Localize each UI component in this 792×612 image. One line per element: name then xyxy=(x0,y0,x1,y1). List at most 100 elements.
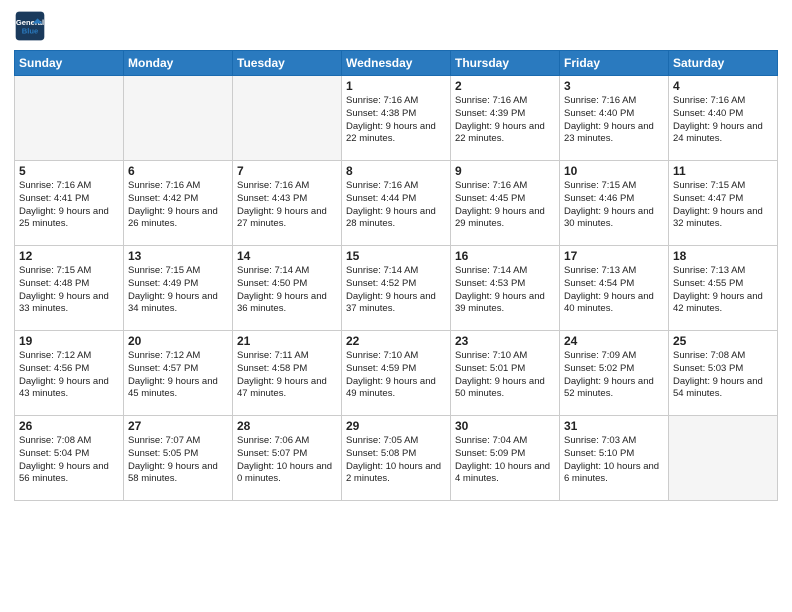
day-number: 17 xyxy=(564,249,664,263)
day-info: Sunrise: 7:12 AM Sunset: 4:57 PM Dayligh… xyxy=(128,350,228,401)
day-info: Sunrise: 7:16 AM Sunset: 4:42 PM Dayligh… xyxy=(128,180,228,231)
day-info: Sunrise: 7:15 AM Sunset: 4:46 PM Dayligh… xyxy=(564,180,664,231)
calendar-cell: 8 Sunrise: 7:16 AM Sunset: 4:44 PM Daylig… xyxy=(342,161,451,246)
calendar-cell: 3Sunrise: 7:16 AM Sunset: 4:40 PM Daylig… xyxy=(560,76,669,161)
logo: General Blue xyxy=(14,10,50,42)
day-number: 25 xyxy=(673,334,773,348)
day-number: 2 xyxy=(455,79,555,93)
day-info: Sunrise: 7:11 AM Sunset: 4:58 PM Dayligh… xyxy=(237,350,337,401)
day-number: 21 xyxy=(237,334,337,348)
calendar-cell: 22 Sunrise: 7:10 AM Sunset: 4:59 PM Dayli… xyxy=(342,331,451,416)
calendar-cell: 19 Sunrise: 7:12 AM Sunset: 4:56 PM Dayli… xyxy=(15,331,124,416)
calendar-header-row: SundayMondayTuesdayWednesdayThursdayFrid… xyxy=(15,51,778,76)
calendar-cell xyxy=(669,416,778,501)
calendar-cell: 25 Sunrise: 7:08 AM Sunset: 5:03 PM Dayli… xyxy=(669,331,778,416)
day-info: Sunrise: 7:07 AM Sunset: 5:05 PM Dayligh… xyxy=(128,435,228,486)
day-number: 14 xyxy=(237,249,337,263)
calendar-cell: 10 Sunrise: 7:15 AM Sunset: 4:46 PM Dayli… xyxy=(560,161,669,246)
calendar-header-wednesday: Wednesday xyxy=(342,51,451,76)
day-info: Sunrise: 7:16 AM Sunset: 4:38 PM Dayligh… xyxy=(346,95,446,146)
day-number: 9 xyxy=(455,164,555,178)
calendar-cell: 15 Sunrise: 7:14 AM Sunset: 4:52 PM Dayli… xyxy=(342,246,451,331)
day-number: 26 xyxy=(19,419,119,433)
day-number: 27 xyxy=(128,419,228,433)
calendar-cell: 6Sunrise: 7:16 AM Sunset: 4:42 PM Daylig… xyxy=(124,161,233,246)
day-info: Sunrise: 7:08 AM Sunset: 5:03 PM Dayligh… xyxy=(673,350,773,401)
day-info: Sunrise: 7:16 AM Sunset: 4:40 PM Dayligh… xyxy=(564,95,664,146)
day-info: Sunrise: 7:16 AM Sunset: 4:43 PM Dayligh… xyxy=(237,180,337,231)
calendar-cell: 20 Sunrise: 7:12 AM Sunset: 4:57 PM Dayli… xyxy=(124,331,233,416)
calendar-cell: 16 Sunrise: 7:14 AM Sunset: 4:53 PM Dayli… xyxy=(451,246,560,331)
day-number: 18 xyxy=(673,249,773,263)
day-number: 23 xyxy=(455,334,555,348)
day-info: Sunrise: 7:04 AM Sunset: 5:09 PM Dayligh… xyxy=(455,435,555,486)
day-info: Sunrise: 7:15 AM Sunset: 4:49 PM Dayligh… xyxy=(128,265,228,316)
day-number: 8 xyxy=(346,164,446,178)
day-info: Sunrise: 7:16 AM Sunset: 4:45 PM Dayligh… xyxy=(455,180,555,231)
calendar-cell: 24Sunrise: 7:09 AM Sunset: 5:02 PM Dayli… xyxy=(560,331,669,416)
day-number: 1 xyxy=(346,79,446,93)
calendar-week-row: 19 Sunrise: 7:12 AM Sunset: 4:56 PM Dayli… xyxy=(15,331,778,416)
calendar-cell xyxy=(15,76,124,161)
calendar-cell: 27 Sunrise: 7:07 AM Sunset: 5:05 PM Dayli… xyxy=(124,416,233,501)
calendar-cell: 5 Sunrise: 7:16 AM Sunset: 4:41 PM Daylig… xyxy=(15,161,124,246)
header: General Blue xyxy=(14,10,778,42)
day-number: 11 xyxy=(673,164,773,178)
calendar-cell: 29Sunrise: 7:05 AM Sunset: 5:08 PM Dayli… xyxy=(342,416,451,501)
calendar-cell: 14 Sunrise: 7:14 AM Sunset: 4:50 PM Dayli… xyxy=(233,246,342,331)
calendar-cell: 23 Sunrise: 7:10 AM Sunset: 5:01 PM Dayli… xyxy=(451,331,560,416)
day-info: Sunrise: 7:16 AM Sunset: 4:41 PM Dayligh… xyxy=(19,180,119,231)
day-info: Sunrise: 7:14 AM Sunset: 4:53 PM Dayligh… xyxy=(455,265,555,316)
day-number: 20 xyxy=(128,334,228,348)
day-info: Sunrise: 7:08 AM Sunset: 5:04 PM Dayligh… xyxy=(19,435,119,486)
calendar-cell: 21 Sunrise: 7:11 AM Sunset: 4:58 PM Dayli… xyxy=(233,331,342,416)
calendar-cell xyxy=(233,76,342,161)
day-number: 15 xyxy=(346,249,446,263)
calendar-cell xyxy=(124,76,233,161)
day-info: Sunrise: 7:03 AM Sunset: 5:10 PM Dayligh… xyxy=(564,435,664,486)
day-number: 29 xyxy=(346,419,446,433)
calendar-cell: 12 Sunrise: 7:15 AM Sunset: 4:48 PM Dayli… xyxy=(15,246,124,331)
calendar-week-row: 26 Sunrise: 7:08 AM Sunset: 5:04 PM Dayli… xyxy=(15,416,778,501)
day-info: Sunrise: 7:12 AM Sunset: 4:56 PM Dayligh… xyxy=(19,350,119,401)
calendar-header-sunday: Sunday xyxy=(15,51,124,76)
calendar-cell: 2 Sunrise: 7:16 AM Sunset: 4:39 PM Daylig… xyxy=(451,76,560,161)
svg-text:Blue: Blue xyxy=(22,27,38,36)
day-number: 22 xyxy=(346,334,446,348)
day-info: Sunrise: 7:14 AM Sunset: 4:52 PM Dayligh… xyxy=(346,265,446,316)
day-number: 16 xyxy=(455,249,555,263)
day-number: 13 xyxy=(128,249,228,263)
day-info: Sunrise: 7:15 AM Sunset: 4:47 PM Dayligh… xyxy=(673,180,773,231)
day-info: Sunrise: 7:14 AM Sunset: 4:50 PM Dayligh… xyxy=(237,265,337,316)
day-info: Sunrise: 7:13 AM Sunset: 4:54 PM Dayligh… xyxy=(564,265,664,316)
calendar-header-monday: Monday xyxy=(124,51,233,76)
day-number: 10 xyxy=(564,164,664,178)
calendar-cell: 11 Sunrise: 7:15 AM Sunset: 4:47 PM Dayli… xyxy=(669,161,778,246)
calendar-cell: 7 Sunrise: 7:16 AM Sunset: 4:43 PM Daylig… xyxy=(233,161,342,246)
day-number: 24 xyxy=(564,334,664,348)
day-info: Sunrise: 7:06 AM Sunset: 5:07 PM Dayligh… xyxy=(237,435,337,486)
day-info: Sunrise: 7:13 AM Sunset: 4:55 PM Dayligh… xyxy=(673,265,773,316)
calendar-cell: 9 Sunrise: 7:16 AM Sunset: 4:45 PM Daylig… xyxy=(451,161,560,246)
day-number: 19 xyxy=(19,334,119,348)
calendar-header-friday: Friday xyxy=(560,51,669,76)
calendar-header-saturday: Saturday xyxy=(669,51,778,76)
calendar: SundayMondayTuesdayWednesdayThursdayFrid… xyxy=(14,50,778,501)
calendar-header-thursday: Thursday xyxy=(451,51,560,76)
day-info: Sunrise: 7:10 AM Sunset: 5:01 PM Dayligh… xyxy=(455,350,555,401)
day-number: 5 xyxy=(19,164,119,178)
calendar-header-tuesday: Tuesday xyxy=(233,51,342,76)
day-number: 12 xyxy=(19,249,119,263)
day-number: 30 xyxy=(455,419,555,433)
day-info: Sunrise: 7:16 AM Sunset: 4:44 PM Dayligh… xyxy=(346,180,446,231)
logo-icon: General Blue xyxy=(14,10,46,42)
calendar-cell: 18 Sunrise: 7:13 AM Sunset: 4:55 PM Dayli… xyxy=(669,246,778,331)
day-info: Sunrise: 7:10 AM Sunset: 4:59 PM Dayligh… xyxy=(346,350,446,401)
calendar-cell: 31Sunrise: 7:03 AM Sunset: 5:10 PM Dayli… xyxy=(560,416,669,501)
day-number: 7 xyxy=(237,164,337,178)
day-info: Sunrise: 7:16 AM Sunset: 4:39 PM Dayligh… xyxy=(455,95,555,146)
day-info: Sunrise: 7:15 AM Sunset: 4:48 PM Dayligh… xyxy=(19,265,119,316)
calendar-cell: 28Sunrise: 7:06 AM Sunset: 5:07 PM Dayli… xyxy=(233,416,342,501)
page: General Blue SundayMondayTuesdayWednesda… xyxy=(0,0,792,612)
calendar-cell: 26 Sunrise: 7:08 AM Sunset: 5:04 PM Dayli… xyxy=(15,416,124,501)
